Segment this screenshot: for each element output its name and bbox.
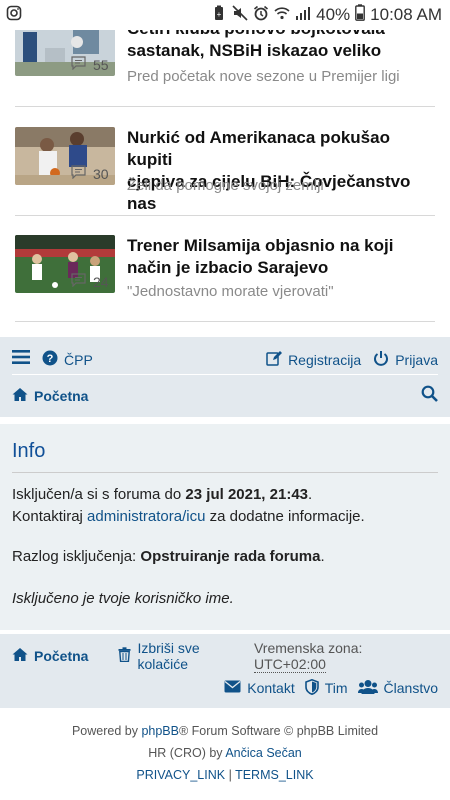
comment-icon xyxy=(71,273,86,290)
separator: | xyxy=(225,768,236,782)
ban-until-suffix: . xyxy=(308,486,313,503)
status-bar: + 40% 10:08 AM xyxy=(0,0,450,30)
ban-note-text: Isključeno je tvoje korisničko ime. xyxy=(12,590,234,607)
privacy-link[interactable]: PRIVACY_LINK xyxy=(136,768,225,782)
footer-navbar: Početna Izbriši sve kolačiće Vremenska z… xyxy=(0,634,450,708)
news-title-line: Trener Milsamija objasnio na koji xyxy=(127,236,394,255)
home-icon xyxy=(12,387,28,405)
breadcrumb-home-link[interactable]: Početna xyxy=(12,387,88,405)
ban-reason-suffix: . xyxy=(320,548,325,565)
users-icon xyxy=(357,679,378,698)
info-panel: Info Isključen/a si s foruma do 23 jul 2… xyxy=(0,424,450,630)
news-title-line: sastanak, NSBiH iskazao veliko xyxy=(127,41,382,60)
info-title: Info xyxy=(12,440,46,462)
powered-by-line: Powered by phpBB® Forum Software © phpBB… xyxy=(0,720,450,742)
members-label: Članstvo xyxy=(383,680,438,696)
navbar-breadcrumb-row: Početna xyxy=(12,381,438,411)
battery-icon xyxy=(355,4,366,26)
clock: 10:08 AM xyxy=(370,5,442,24)
mute-icon xyxy=(232,4,248,26)
news-subtitle: "Jednostavno morate vjerovati" xyxy=(127,283,334,300)
trash-icon xyxy=(118,647,131,665)
ban-reason-text: Razlog isključenja: Opstruiranje rada fo… xyxy=(12,548,325,565)
svg-text:+: + xyxy=(217,10,222,19)
ban-until-date: 23 jul 2021, 21:43 xyxy=(185,486,309,503)
hamburger-menu-icon[interactable] xyxy=(12,349,30,370)
powered-by-text: Powered by xyxy=(71,724,142,738)
contact-link[interactable]: Kontakt xyxy=(224,680,295,696)
faq-label: ČPP xyxy=(64,351,93,368)
search-icon[interactable] xyxy=(421,385,438,407)
members-link[interactable]: Članstvo xyxy=(357,679,438,698)
home-label: Početna xyxy=(34,388,89,404)
team-link[interactable]: Tim xyxy=(304,678,348,698)
navbar-top-row: ? ČPP Registracija Prijava xyxy=(12,345,438,375)
news-title[interactable]: Trener Milsamija objasnio na koji način … xyxy=(127,235,437,279)
contact-label: Kontakt xyxy=(247,680,295,696)
comment-count: 30 xyxy=(71,165,109,182)
timezone-value: UTC+02:00 xyxy=(253,656,326,673)
comment-count-value: 30 xyxy=(93,165,109,182)
register-link[interactable]: Registracija xyxy=(266,350,361,369)
login-link[interactable]: Prijava xyxy=(373,350,438,369)
question-circle-icon: ? xyxy=(42,350,58,369)
timezone-label: Vremenska zona: xyxy=(253,640,363,656)
copyright: Powered by phpBB® Forum Software © phpBB… xyxy=(0,720,450,786)
news-item[interactable]: 24 Trener Milsamija objasnio na koji nač… xyxy=(15,216,435,322)
contact-admin-text: Kontaktiraj administratora/icu za dodatn… xyxy=(12,508,365,525)
ban-reason-prefix: Razlog isključenja: xyxy=(12,548,141,565)
forum-navbar: ? ČPP Registracija Prijava Početna xyxy=(0,337,450,417)
wifi-icon xyxy=(274,5,290,26)
terms-link[interactable]: TERMS_LINK xyxy=(235,768,314,782)
comment-count: 24 xyxy=(71,273,109,290)
comment-count-value: 55 xyxy=(93,56,109,73)
translation-line: HR (CRO) by Ančica Sečan xyxy=(0,742,450,764)
comment-icon xyxy=(71,56,86,73)
software-text: ® Forum Software © phpBB Limited xyxy=(178,724,379,738)
delete-cookies-link[interactable]: Izbriši sve kolačiće xyxy=(118,640,254,672)
home-icon xyxy=(12,647,28,665)
team-label: Tim xyxy=(324,680,348,696)
login-label: Prijava xyxy=(395,351,438,368)
legal-links: PRIVACY_LINK | TERMS_LINK xyxy=(0,764,450,786)
shield-icon xyxy=(304,678,319,698)
news-item[interactable]: 30 Nurkić od Amerikanaca pokušao kupiti … xyxy=(15,107,435,216)
svg-text:?: ? xyxy=(47,353,54,365)
delete-cookies-label: Izbriši sve kolačiće xyxy=(137,640,200,672)
phpbb-link[interactable]: phpBB xyxy=(141,724,179,738)
ban-reason: Opstruiranje rada foruma xyxy=(140,548,321,565)
power-icon xyxy=(373,350,389,369)
divider xyxy=(12,472,438,473)
ban-until-prefix: Isključen/a si s foruma do xyxy=(12,486,186,503)
faq-link[interactable]: ? ČPP xyxy=(42,350,93,369)
comment-count: 55 xyxy=(71,56,109,73)
battery-saver-icon: + xyxy=(211,5,227,26)
signal-icon xyxy=(295,5,311,26)
comment-icon xyxy=(71,165,86,182)
instagram-icon xyxy=(6,5,22,26)
footer-home-link[interactable]: Početna xyxy=(12,647,88,665)
news-title-line: Nurkić od Amerikanaca pokušao kupiti xyxy=(127,128,390,169)
news-title-line: način je izbacio Sarajevo xyxy=(127,258,329,277)
footer-home-label: Početna xyxy=(34,648,89,664)
ban-until-text: Isključen/a si s foruma do 23 jul 2021, … xyxy=(12,486,312,503)
alarm-icon xyxy=(253,5,269,26)
footer-row-1: Početna Izbriši sve kolačiće Vremenska z… xyxy=(12,640,438,673)
register-label: Registracija xyxy=(288,351,362,368)
envelope-icon xyxy=(224,680,241,696)
news-subtitle: Želi da pomogne svojoj zemlji xyxy=(127,177,324,194)
contact-prefix: Kontaktiraj xyxy=(12,508,88,525)
timezone-text: Vremenska zona: UTC+02:00 xyxy=(253,640,438,673)
battery-percent: 40% xyxy=(316,5,351,24)
translation-text: HR (CRO) by xyxy=(148,746,226,760)
ban-note: Isključeno je tvoje korisničko ime. xyxy=(12,590,234,607)
comment-count-value: 24 xyxy=(93,273,109,290)
news-title[interactable]: Nurkić od Amerikanaca pokušao kupiti cje… xyxy=(127,127,437,215)
news-subtitle: Pred početak nove sezone u Premijer ligi xyxy=(127,68,400,85)
translator-link[interactable]: Ančica Sečan xyxy=(225,746,301,760)
edit-icon xyxy=(266,350,283,369)
footer-row-2: Kontakt Tim Članstvo xyxy=(12,674,438,702)
contact-suffix: za dodatne informacije. xyxy=(205,508,365,525)
administrator-link[interactable]: administratora/icu xyxy=(87,508,205,525)
